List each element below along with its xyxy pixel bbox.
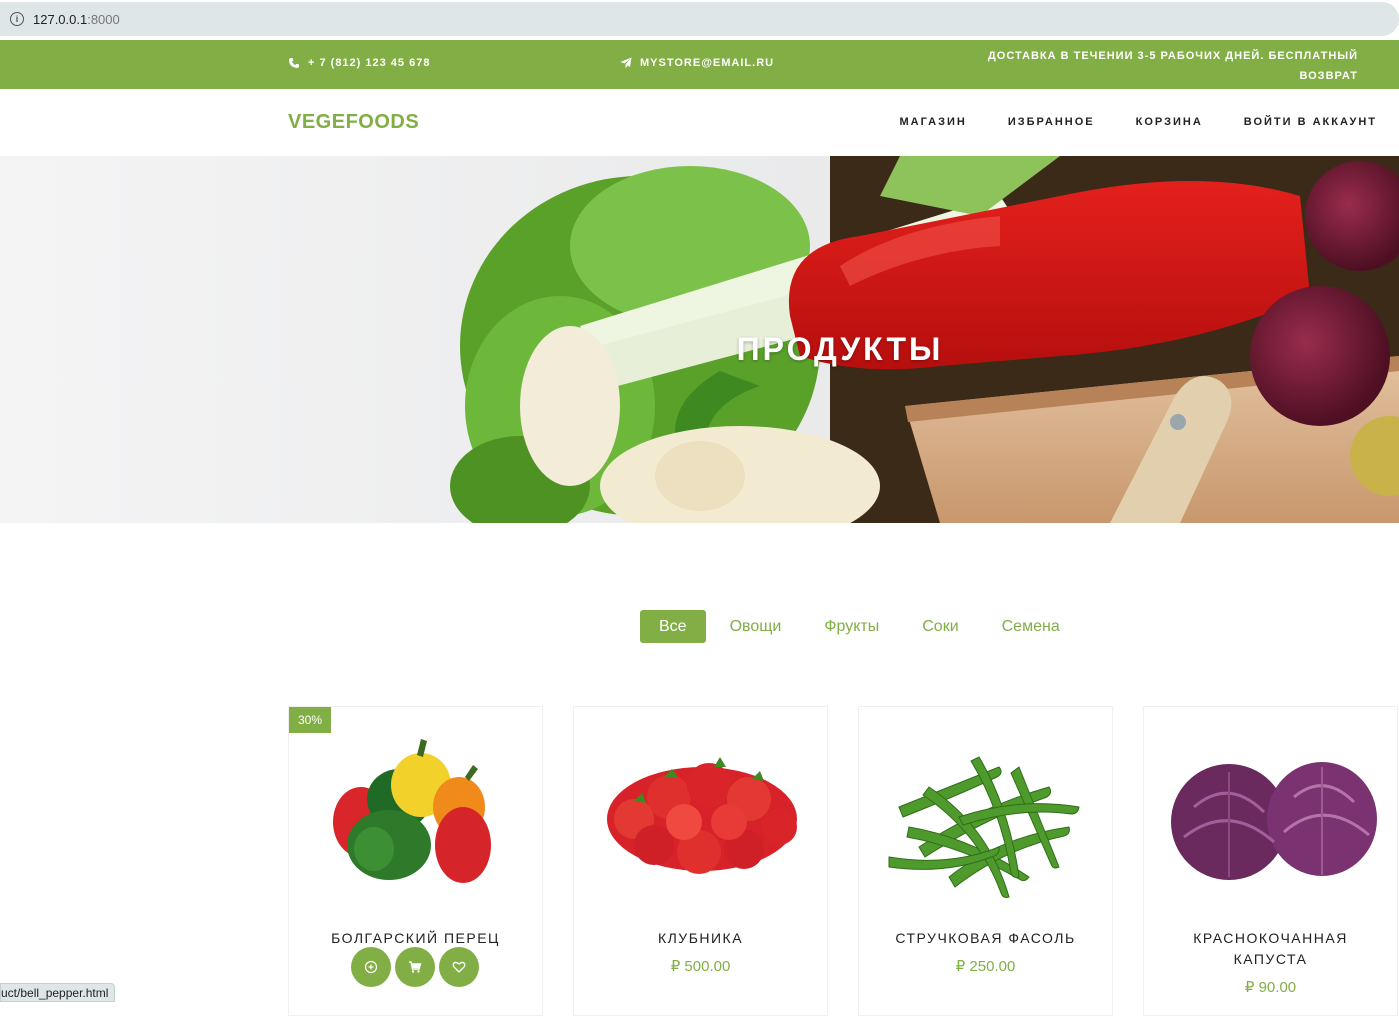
info-icon[interactable]: i bbox=[10, 12, 24, 26]
product-card-strawberry[interactable]: КЛУБНИКА ₽ 500.00 bbox=[573, 706, 828, 1016]
shipping-notice: ДОСТАВКА В ТЕЧЕНИИ 3-5 РАБОЧИХ ДНЕЙ. БЕС… bbox=[960, 46, 1358, 86]
product-actions bbox=[351, 947, 479, 987]
plus-circle-icon bbox=[364, 960, 378, 974]
top-info-bar: + 7 (812) 123 45 678 MYSTORE@EMAIL.RU ДО… bbox=[0, 40, 1399, 89]
email-address: MYSTORE@EMAIL.RU bbox=[640, 57, 775, 69]
product-name[interactable]: КРАСНОКОЧАННАЯ КАПУСТА bbox=[1144, 928, 1397, 970]
filter-seeds[interactable]: Семена bbox=[983, 610, 1079, 643]
product-name[interactable]: КЛУБНИКА bbox=[574, 928, 827, 949]
nav-menu: МАГАЗИН ИЗБРАННОЕ КОРЗИНА ВОЙТИ В АККАУН… bbox=[899, 116, 1377, 128]
nav-item-favorites[interactable]: ИЗБРАННОЕ bbox=[1008, 116, 1095, 128]
product-card-red-cabbage[interactable]: КРАСНОКОЧАННАЯ КАПУСТА ₽ 90.00 bbox=[1143, 706, 1398, 1016]
nav-item-shop[interactable]: МАГАЗИН bbox=[899, 116, 966, 128]
shipping-line-1: ДОСТАВКА В ТЕЧЕНИИ 3-5 РАБОЧИХ ДНЕЙ. БЕС… bbox=[987, 50, 1358, 62]
red-cabbage-image[interactable] bbox=[1144, 727, 1397, 917]
strawberry-image[interactable] bbox=[574, 727, 827, 917]
filter-vegetables[interactable]: Овощи bbox=[711, 610, 801, 643]
phone-contact[interactable]: + 7 (812) 123 45 678 bbox=[288, 57, 430, 69]
address-port: :8000 bbox=[87, 11, 120, 27]
view-details-button[interactable] bbox=[351, 947, 391, 987]
filter-all[interactable]: Все bbox=[640, 610, 706, 643]
product-name[interactable]: СТРУЧКОВАЯ ФАСОЛЬ bbox=[859, 928, 1112, 949]
email-contact[interactable]: MYSTORE@EMAIL.RU bbox=[620, 57, 774, 69]
add-to-cart-button[interactable] bbox=[395, 947, 435, 987]
green-beans-image[interactable] bbox=[859, 727, 1112, 917]
hero-title: ПРОДУКТЫ bbox=[736, 331, 944, 367]
filter-fruits[interactable]: Фрукты bbox=[805, 610, 898, 643]
nav-item-cart[interactable]: КОРЗИНА bbox=[1136, 116, 1203, 128]
add-to-favorites-button[interactable] bbox=[439, 947, 479, 987]
brand-logo[interactable]: VEGEFOODS bbox=[288, 111, 419, 134]
filter-juices[interactable]: Соки bbox=[903, 610, 977, 643]
category-filters: Все Овощи Фрукты Соки Семена bbox=[640, 610, 1084, 643]
product-price: ₽ 500.00 bbox=[670, 958, 731, 975]
browser-chrome: i 127.0.0.1:8000 bbox=[0, 0, 1399, 40]
shipping-line-2: ВОЗВРАТ bbox=[1299, 70, 1358, 82]
phone-icon bbox=[289, 58, 299, 68]
product-name-line-2: КАПУСТА bbox=[1233, 951, 1308, 967]
product-name[interactable]: БОЛГАРСКИЙ ПЕРЕЦ bbox=[289, 928, 542, 949]
product-price: ₽ 250.00 bbox=[955, 958, 1016, 975]
status-link-preview: uct/bell_pepper.html bbox=[0, 983, 116, 1002]
main-navbar: VEGEFOODS МАГАЗИН ИЗБРАННОЕ КОРЗИНА ВОЙТ… bbox=[0, 89, 1399, 156]
bell-pepper-image[interactable] bbox=[289, 727, 542, 917]
address-host: 127.0.0.1 bbox=[33, 11, 88, 27]
product-price: ₽ 90.00 bbox=[1244, 979, 1297, 996]
phone-number: + 7 (812) 123 45 678 bbox=[308, 57, 431, 69]
paper-plane-icon bbox=[620, 57, 632, 69]
address-bar[interactable]: i 127.0.0.1:8000 bbox=[0, 2, 1399, 36]
product-name-line-1: КРАСНОКОЧАННАЯ bbox=[1193, 930, 1348, 946]
product-card-green-beans[interactable]: СТРУЧКОВАЯ ФАСОЛЬ ₽ 250.00 bbox=[858, 706, 1113, 1016]
heart-icon bbox=[452, 961, 466, 973]
product-card-bell-pepper[interactable]: 30% БОЛГАРСКИЙ ПЕРЕЦ bbox=[288, 706, 543, 1016]
hero-banner: ПРОДУКТЫ bbox=[0, 156, 1399, 523]
nav-item-login[interactable]: ВОЙТИ В АККАУНТ bbox=[1244, 116, 1377, 128]
cart-icon bbox=[409, 961, 422, 973]
